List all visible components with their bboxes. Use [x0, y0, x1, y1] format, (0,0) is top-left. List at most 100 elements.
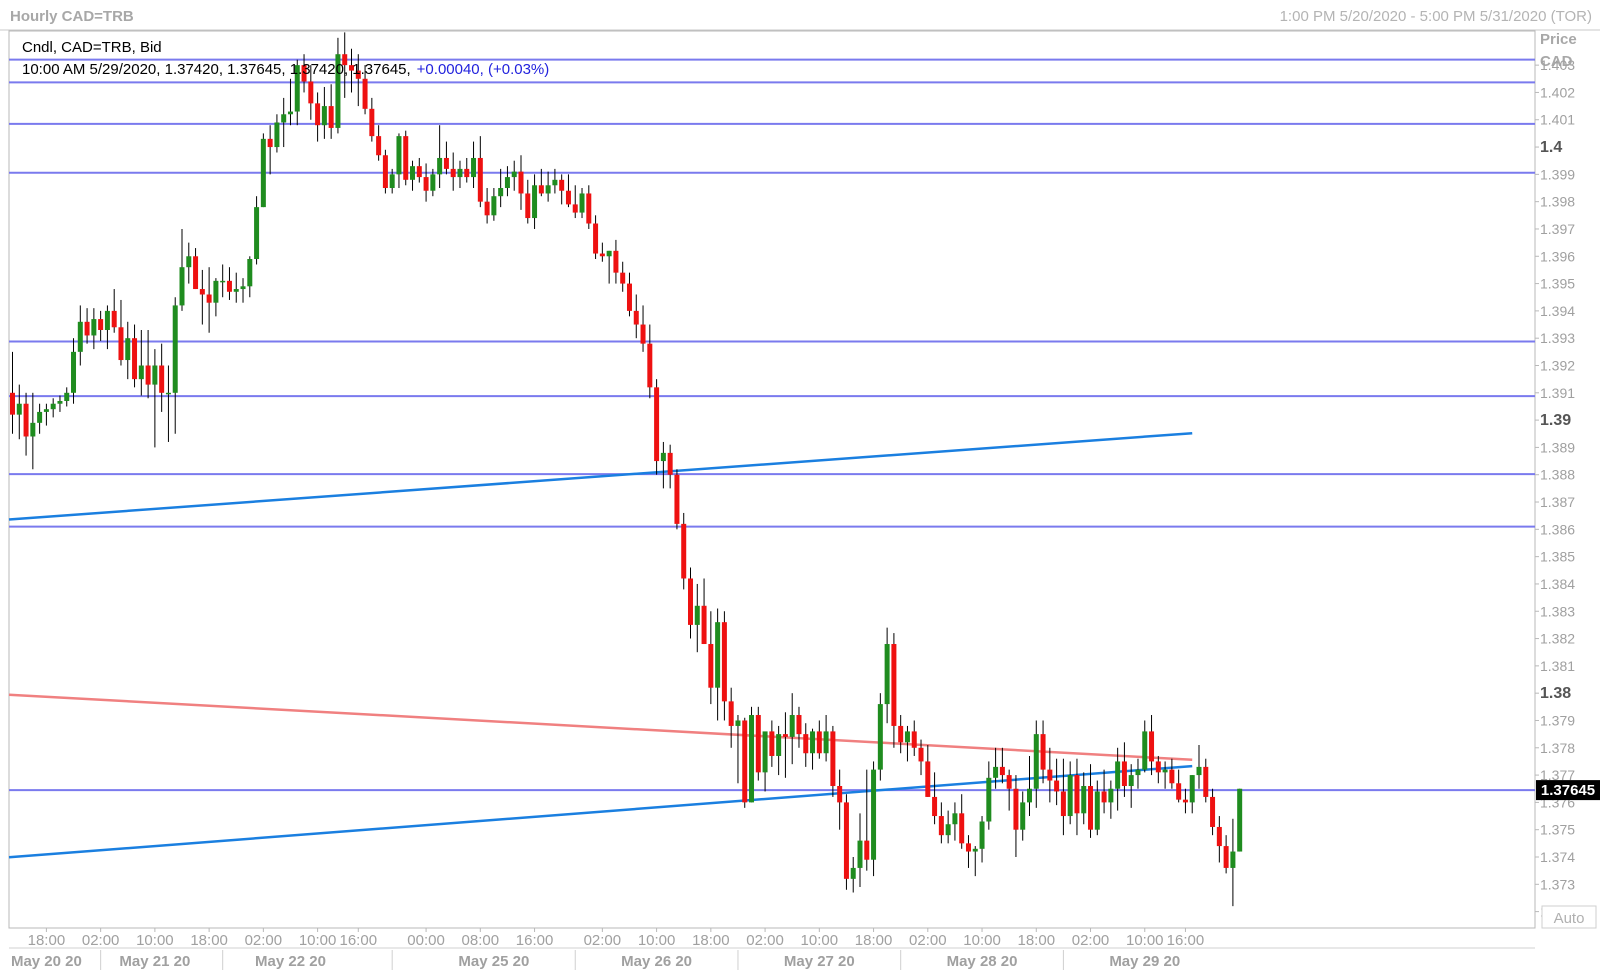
candle-body: [410, 166, 416, 180]
date-label: May 20 20: [11, 953, 82, 970]
candle-body: [376, 136, 382, 156]
candle-body: [457, 168, 463, 178]
candle-body: [681, 523, 687, 579]
candle-body: [830, 731, 836, 787]
candle-body: [789, 715, 795, 737]
candle-body: [43, 409, 49, 412]
price-tick-label: 1.378: [1540, 740, 1575, 756]
candle-body: [504, 177, 510, 189]
price-tick-label: 1.391: [1540, 385, 1575, 401]
price-tick-label: 1.395: [1540, 276, 1575, 292]
candle-body: [1033, 734, 1039, 789]
candle-body: [1020, 802, 1026, 830]
candle-body: [10, 392, 15, 415]
candle-body: [857, 840, 863, 868]
candle-body: [437, 157, 443, 175]
candle-body: [538, 185, 544, 194]
last-price-marker: 1.37645: [1536, 780, 1600, 801]
candle-down: [382, 149, 388, 194]
candle-body: [565, 190, 571, 205]
candle-body: [267, 138, 273, 148]
time-tick-label: 10:00: [963, 932, 1001, 949]
candle-body: [111, 310, 117, 328]
candle-down: [654, 379, 660, 475]
candle-up: [871, 761, 877, 877]
time-tick-label: 10:00: [801, 932, 839, 949]
candle-body: [823, 731, 829, 754]
candle-body: [945, 824, 951, 836]
price-tick-label: 1.386: [1540, 521, 1575, 537]
candle-body: [972, 848, 978, 852]
candle-body: [742, 720, 748, 803]
candle-body: [152, 365, 158, 385]
time-tick-label: 00:00: [407, 932, 445, 949]
time-tick-label: 10:00: [638, 932, 676, 949]
candle-body: [755, 715, 761, 773]
time-tick-label: 10:00: [299, 932, 337, 949]
candle-body: [308, 81, 314, 104]
candle-body: [1169, 769, 1175, 784]
candle-body: [443, 157, 449, 169]
legend-series: Cndl, CAD=TRB, Bid: [22, 39, 162, 56]
candle-body: [1230, 851, 1236, 868]
auto-scale-label: Auto: [1554, 910, 1585, 927]
candle-body: [904, 731, 910, 743]
candle-body: [57, 400, 63, 404]
candlestick-chart[interactable]: Hourly CAD=TRB 1:00 PM 5/20/2020 - 5:00 …: [0, 0, 1600, 972]
candle-body: [281, 114, 287, 123]
price-tick-label: 1.402: [1540, 84, 1575, 100]
candle-body: [16, 403, 22, 415]
price-tick-label: 1.381: [1540, 658, 1575, 674]
candle-body: [1189, 775, 1195, 803]
candle-body: [938, 816, 944, 836]
candle-body: [810, 731, 816, 754]
candle-body: [1128, 775, 1134, 787]
candle-body: [701, 605, 707, 645]
candle-body: [674, 474, 680, 524]
plot-area[interactable]: [8, 30, 1536, 929]
candle-body: [518, 171, 524, 194]
candle-body: [871, 769, 877, 860]
candle-body: [613, 250, 619, 273]
candle-body: [179, 267, 185, 306]
last-price-label: 1.37645: [1541, 782, 1595, 799]
candle-body: [77, 321, 83, 352]
time-tick-label: 18:00: [855, 932, 893, 949]
candle-body: [1027, 788, 1032, 803]
auto-scale-button[interactable]: Auto: [1541, 905, 1597, 929]
candle-body: [1067, 775, 1073, 817]
candle-body: [532, 185, 538, 219]
candle-body: [993, 766, 999, 778]
candle-body: [816, 731, 822, 754]
price-tick-label: 1.399: [1540, 166, 1575, 182]
time-tick-label: 10:00: [136, 932, 174, 949]
candle-body: [762, 731, 768, 773]
candle-body: [91, 319, 97, 336]
candle-body: [599, 253, 605, 257]
candle-body: [389, 174, 395, 189]
candle-body: [321, 106, 327, 126]
candle-body: [552, 179, 558, 186]
candle-body: [1040, 734, 1046, 770]
candle-down: [742, 717, 748, 808]
candle-body: [193, 256, 199, 290]
date-label: May 25 20: [458, 953, 529, 970]
candle-body: [1223, 846, 1229, 868]
candle-body: [498, 188, 504, 197]
candle-body: [620, 272, 626, 284]
candle-body: [1081, 786, 1087, 814]
price-tick-label: 1.396: [1540, 248, 1575, 264]
candle-body: [579, 193, 585, 213]
legend-ohlc-values: 10:00 AM 5/29/2020, 1.37420, 1.37645, 1.…: [22, 61, 411, 78]
candle-body: [64, 392, 70, 401]
candle-body: [1115, 761, 1121, 789]
candle-down: [403, 130, 409, 186]
price-tick-label: 1.397: [1540, 221, 1575, 237]
candle-body: [23, 403, 29, 437]
candle-body: [715, 622, 721, 688]
candle-body: [877, 704, 883, 770]
date-label: May 28 20: [947, 953, 1018, 970]
candle-body: [850, 867, 856, 879]
candle-body: [98, 319, 104, 330]
candle-body: [593, 223, 599, 254]
